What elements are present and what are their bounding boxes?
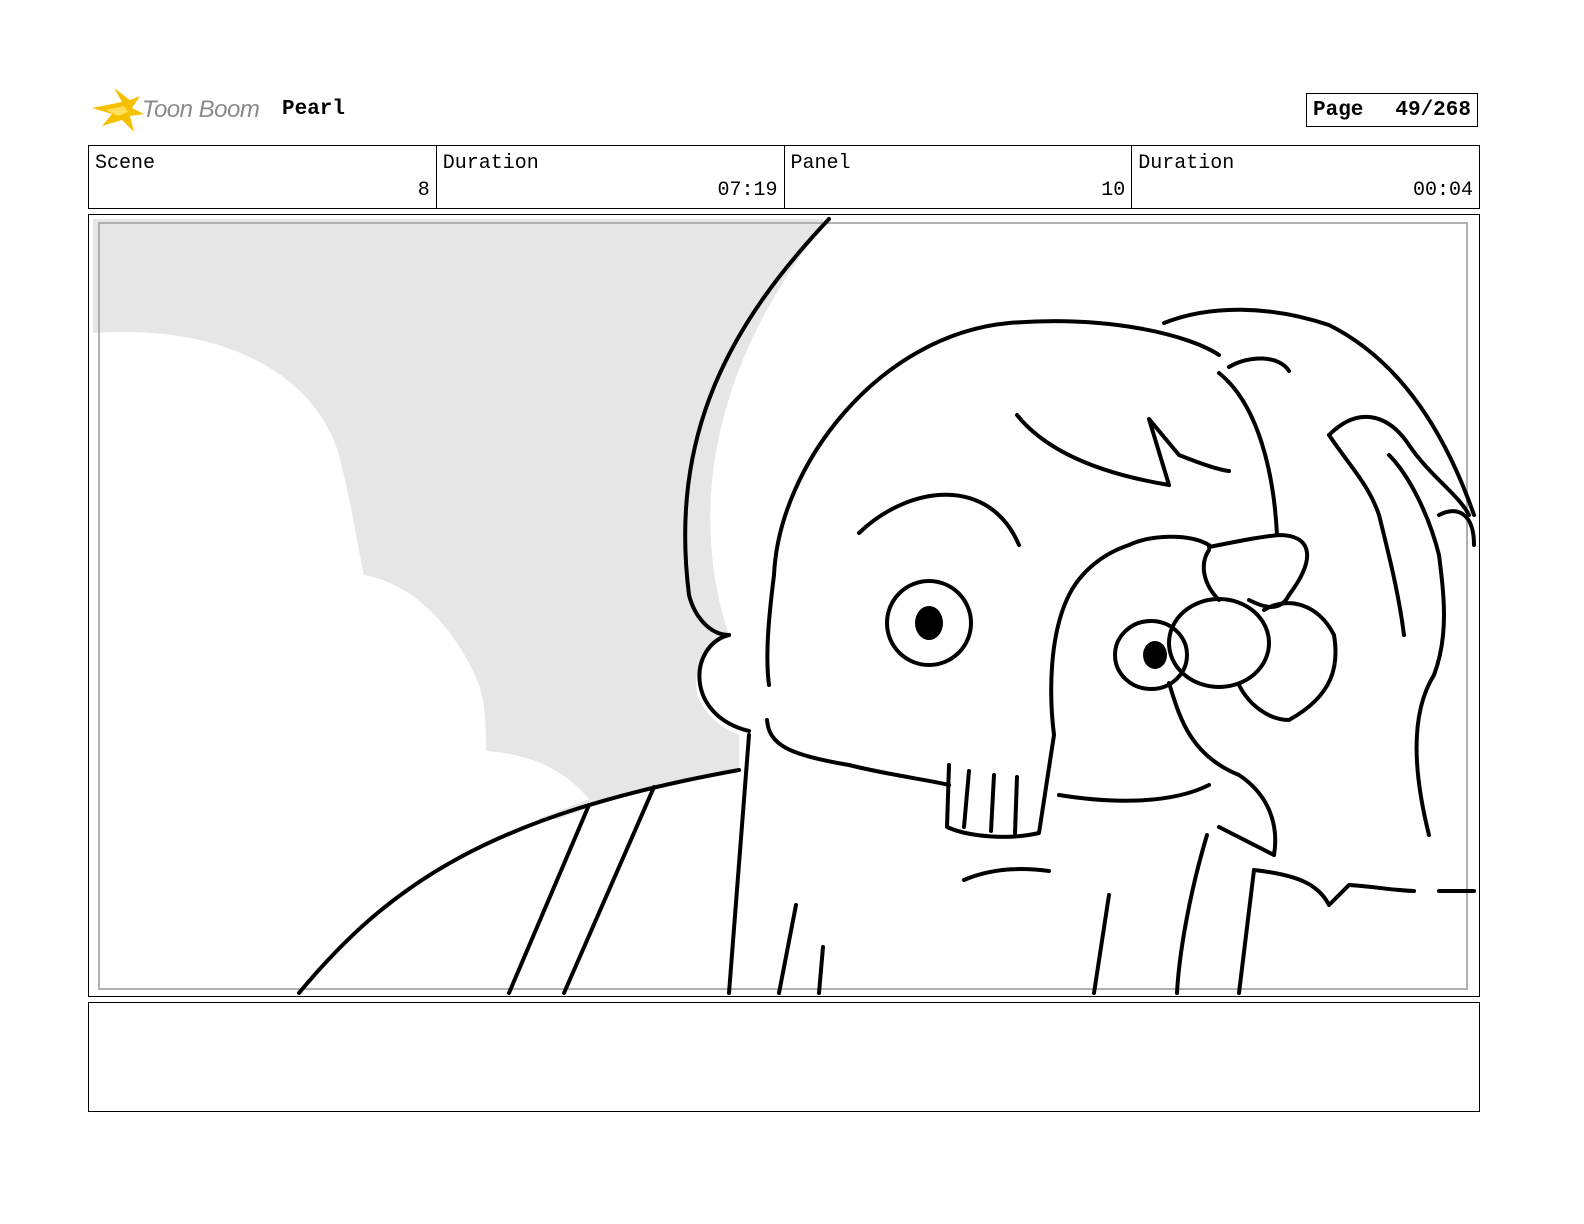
page-indicator: Page 49/268 <box>1306 93 1478 127</box>
panel-label: Panel <box>790 152 851 175</box>
panel-cell: Panel 10 <box>785 146 1133 208</box>
storyboard-panel <box>88 214 1480 997</box>
logo-text: Toon Boom <box>142 96 260 123</box>
scene-duration-value: 07:19 <box>717 179 778 202</box>
scene-cell: Scene 8 <box>89 146 437 208</box>
page-value: 49/268 <box>1395 98 1471 122</box>
project-title: Pearl <box>282 98 346 121</box>
info-bar: Scene 8 Duration 07:19 Panel 10 Duration… <box>88 145 1480 209</box>
panel-drawing <box>93 217 1479 996</box>
scene-value: 8 <box>417 179 430 202</box>
scene-duration-cell: Duration 07:19 <box>437 146 785 208</box>
panel-duration-cell: Duration 00:04 <box>1132 146 1479 208</box>
scene-label: Scene <box>95 152 156 175</box>
panel-duration-label: Duration <box>1138 152 1235 175</box>
page-label: Page <box>1313 98 1364 122</box>
notes-area <box>88 1002 1480 1112</box>
panel-value: 10 <box>1101 179 1126 202</box>
panel-duration-value: 00:04 <box>1412 179 1473 202</box>
scene-duration-label: Duration <box>442 152 539 175</box>
